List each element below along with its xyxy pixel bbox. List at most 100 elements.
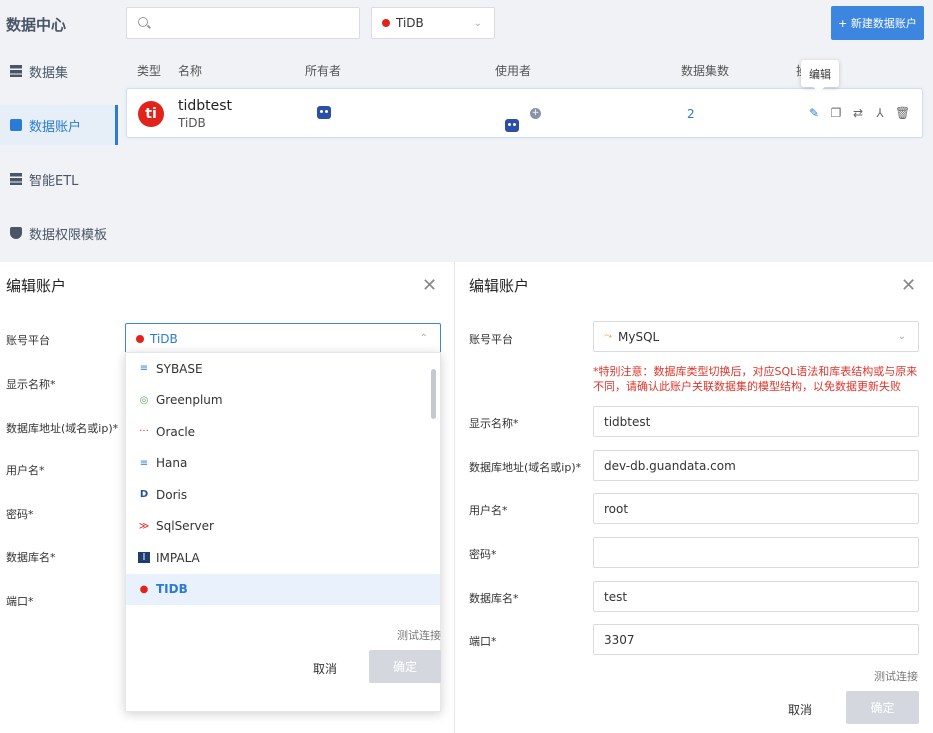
account-icon [10,119,22,131]
col-header-type: 类型 [137,64,162,78]
option-doris[interactable]: D Doris [126,479,440,511]
password-field[interactable] [593,537,919,568]
option-label: Oracle [156,424,196,439]
label-platform: 账号平台 [469,333,513,346]
sidebar-item-label: 智能ETL [29,173,79,189]
mysql-icon: ⤳ [604,331,612,342]
cancel-button[interactable]: 取消 [313,660,337,677]
sidebar-title: 数据中心 [6,16,67,34]
search-input[interactable] [126,7,360,39]
label-port: 端口* [6,595,34,608]
option-hana[interactable]: ≡ Hana [126,448,440,480]
edit-icon[interactable]: ✎ [807,106,821,120]
sidebar-item-label: 数据账户 [29,119,82,135]
label-password: 密码* [6,508,34,521]
close-icon[interactable]: ✕ [422,275,437,296]
confirm-button[interactable]: 确定 [369,650,441,683]
label-username: 用户名* [6,464,45,477]
close-icon[interactable]: ✕ [901,275,916,296]
sidebar-item-etl[interactable]: 智能ETL [0,159,118,199]
table-row[interactable]: ti tidbtest TiDB + 2 [126,88,923,138]
lineage-icon[interactable]: ⅄ [873,106,887,120]
sybase-icon: ≡ [139,363,149,375]
label-display-name: 显示名称* [6,378,56,391]
delete-icon[interactable]: 🗑 [895,106,910,120]
account-type: TiDB [178,116,206,130]
filter-value: TiDB [396,16,424,30]
hana-icon: ≡ [139,457,149,469]
add-user-icon[interactable]: + [530,108,541,119]
username-field[interactable]: root [593,493,919,524]
chevron-up-icon: ⌃ [419,333,428,344]
sqlserver-icon: ≫ [138,520,150,532]
chevron-down-icon: ⌄ [897,331,906,342]
dialog-title: 编辑账户 [6,277,67,295]
option-label: Greenplum [156,393,223,408]
sidebar-item-accounts[interactable]: 数据账户 [0,105,118,145]
db-name-field[interactable]: test [593,581,919,612]
sidebar-item-label: 数据集 [29,65,69,81]
dropdown-scrollbar[interactable] [431,369,436,419]
option-label: IMPALA [156,550,200,565]
option-tidb[interactable]: ● TIDB [126,573,440,605]
display-name-field[interactable]: tidbtest [593,406,919,437]
option-oracle[interactable]: ··· Oracle [126,416,440,448]
port-field[interactable]: 3307 [593,624,919,655]
option-sybase[interactable]: ≡ SYBASE [126,353,440,385]
search-icon [138,17,148,27]
shield-icon [10,227,22,239]
platform-select[interactable]: TiDB ⌃ [125,323,441,354]
label-username: 用户名* [469,504,508,517]
etl-icon [10,173,22,185]
platform-select[interactable]: ⤳ MySQL ⌄ [593,321,919,352]
label-display-name: 显示名称* [469,417,519,430]
label-password: 密码* [469,548,497,561]
sidebar-item-permission[interactable]: 数据权限模板 [0,213,118,253]
db-address-field[interactable]: dev-db.guandata.com [593,450,919,481]
col-header-users: 使用者 [495,64,532,78]
dataset-count[interactable]: 2 [687,107,695,121]
new-account-button[interactable]: + 新建数据账户 [831,6,924,40]
option-label: SYBASE [156,361,203,376]
owner-avatar [317,106,331,119]
label-port: 端口* [469,635,497,648]
option-greenplum[interactable]: ◎ Greenplum [126,385,440,417]
transfer-icon[interactable]: ⇄ [851,106,865,120]
doris-icon: D [139,489,149,501]
chevron-down-icon: ⌄ [473,18,482,29]
cancel-button[interactable]: 取消 [788,701,812,718]
sidebar: 数据中心 数据集 数据账户 智能ETL 数据权限模板 [0,0,118,262]
option-impala[interactable]: I IMPALA [126,542,440,574]
copy-icon[interactable]: ❐ [829,106,843,120]
row-actions: ✎ ❐ ⇄ ⅄ 🗑 [807,106,910,120]
label-db-name: 数据库名* [6,551,56,564]
platform-filter[interactable]: TiDB ⌄ [371,7,495,39]
test-connection-link[interactable]: 测试连接 [874,668,918,684]
tidb-logo-icon: ti [138,101,164,127]
tidb-icon [382,19,390,27]
test-connection-link[interactable]: 测试连接 [397,627,441,643]
sidebar-item-datasets[interactable]: 数据集 [0,51,118,91]
option-label: SqlServer [156,519,214,534]
platform-change-warning: *特别注意：数据库类型切换后，对应SQL语法和库表结构或与原来不同，请确认此账户… [593,365,918,393]
col-header-dataset-count: 数据集数 [681,64,730,78]
oracle-icon: ··· [139,426,149,438]
option-label: Doris [156,487,188,502]
tidb-icon: ● [139,583,149,595]
dialog-title: 编辑账户 [469,277,530,295]
label-platform: 账号平台 [6,334,50,347]
dataset-icon [10,65,22,77]
tidb-icon [136,334,144,343]
confirm-button[interactable]: 确定 [846,691,919,724]
label-db-address: 数据库地址(域名或ip)* [469,461,582,474]
option-sqlserver[interactable]: ≫ SqlServer [126,511,440,543]
tooltip: 编辑 [801,60,839,87]
user-avatar [505,119,519,132]
platform-select-value: TiDB [150,331,178,346]
account-name: tidbtest [178,98,233,114]
label-db-address: 数据库地址(域名或ip)* [6,422,119,435]
option-label: TIDB [156,582,188,597]
option-label: Hana [156,456,188,471]
platform-select-value: MySQL [618,329,660,344]
impala-icon: I [138,552,150,564]
